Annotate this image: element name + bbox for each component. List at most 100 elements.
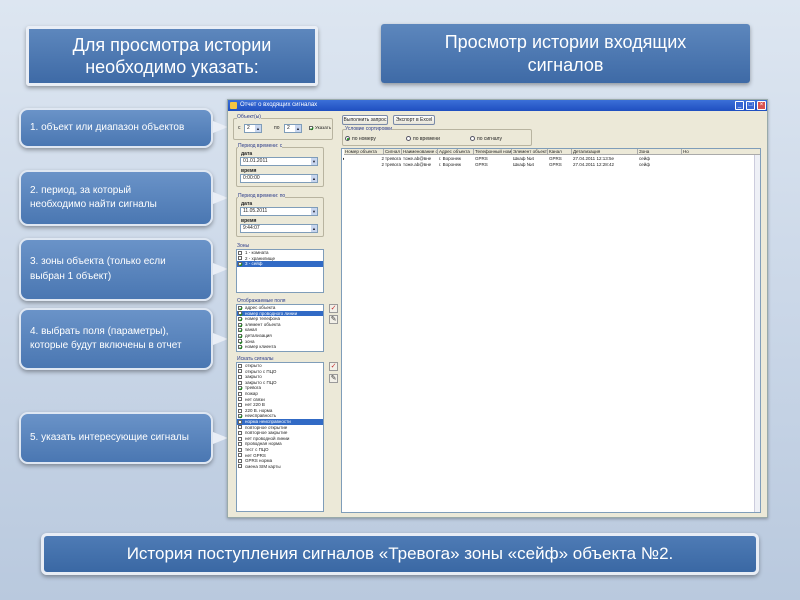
- grid-column-header[interactable]: Телефонный номер: [474, 149, 512, 155]
- checkbox[interactable]: [238, 305, 242, 310]
- callout-fields: 4. выбрать поля (параметры), которые буд…: [19, 308, 213, 370]
- callout-text: 5. указать интересующие сигналы: [30, 431, 189, 443]
- check-all-signals-icon[interactable]: ✓: [329, 362, 338, 371]
- checkbox[interactable]: [238, 363, 242, 368]
- minimize-button[interactable]: _: [735, 101, 744, 110]
- grid-column-header[interactable]: Но: [682, 149, 760, 155]
- checkbox[interactable]: [238, 333, 242, 338]
- table-cell[interactable]: 27.04.2011 12:13:5е: [572, 156, 638, 162]
- check-all-fields-icon[interactable]: ✓: [329, 304, 338, 313]
- grid-column-header[interactable]: Канал: [548, 149, 572, 155]
- grid-column-header[interactable]: Номер объекта: [344, 149, 384, 155]
- table-cell[interactable]: сейф: [638, 156, 682, 162]
- zones-list[interactable]: 1 - комната 2 - хранилище 3 - сейф: [236, 249, 324, 293]
- checkbox[interactable]: [238, 380, 242, 385]
- dropdown-arrow-icon[interactable]: ▼: [311, 158, 317, 165]
- export-excel-button[interactable]: Экспорт в Excel: [393, 115, 435, 125]
- table-cell[interactable]: GPRS: [474, 156, 512, 162]
- zone-item[interactable]: 3 - сейф: [237, 261, 323, 267]
- checkbox[interactable]: [238, 374, 242, 379]
- date-to-picker[interactable]: 11.05.2011 ▼: [240, 207, 318, 216]
- grid-column-header[interactable]: Наименование объекта: [402, 149, 438, 155]
- table-cell[interactable]: сейф: [638, 162, 682, 168]
- table-cell[interactable]: 2: [344, 162, 384, 168]
- show-checkbox[interactable]: Указать: [308, 125, 333, 131]
- checkbox[interactable]: [238, 369, 242, 374]
- table-cell[interactable]: тоже.ab@вне: [402, 162, 438, 168]
- grid-column-header[interactable]: Элемент объекта: [512, 149, 548, 155]
- checkbox[interactable]: [238, 419, 242, 424]
- spin-icon[interactable]: ▲: [311, 175, 317, 182]
- grid-column-header[interactable]: Адрес объекта: [438, 149, 474, 155]
- table-cell[interactable]: Шкаф №4: [512, 156, 548, 162]
- checkbox[interactable]: [238, 261, 242, 266]
- spin-icon[interactable]: ▲: [311, 225, 317, 232]
- time-to-input[interactable]: 9:44:07 ▲: [240, 224, 318, 233]
- table-cell[interactable]: GPRS: [548, 162, 572, 168]
- maximize-button[interactable]: □: [746, 101, 755, 110]
- results-grid[interactable]: Номер объектаСигналНаименование объектаА…: [341, 148, 761, 513]
- checkbox[interactable]: [238, 464, 242, 469]
- table-cell[interactable]: тревога: [384, 156, 402, 162]
- table-cell[interactable]: г. Воронеж: [438, 162, 474, 168]
- checkbox[interactable]: [238, 414, 242, 419]
- checkbox[interactable]: [238, 344, 242, 349]
- signal-item-label: нет GPRS: [245, 452, 266, 458]
- checkbox[interactable]: [238, 425, 242, 430]
- checkbox[interactable]: [238, 408, 242, 413]
- signal-item-label: повторное открытие: [245, 424, 288, 430]
- checkbox[interactable]: [238, 436, 242, 441]
- checkbox[interactable]: [238, 311, 242, 316]
- signal-item-label: пожар: [245, 390, 258, 396]
- fields-list[interactable]: адрес объекта номер проводного линии номер…: [236, 304, 324, 352]
- table-cell[interactable]: Шкаф №4: [512, 162, 548, 168]
- table-cell[interactable]: тревога: [384, 162, 402, 168]
- table-cell[interactable]: GPRS: [548, 156, 572, 162]
- table-cell[interactable]: 2: [344, 156, 384, 162]
- checkbox[interactable]: [238, 397, 242, 402]
- edit-signals-icon[interactable]: ✎: [329, 374, 338, 383]
- checkbox[interactable]: [238, 391, 242, 396]
- checkbox[interactable]: [238, 402, 242, 407]
- dropdown-arrow-icon[interactable]: ▼: [311, 208, 317, 215]
- checkbox[interactable]: [238, 322, 242, 327]
- grid-column-header[interactable]: Зона: [638, 149, 682, 155]
- date-from-picker[interactable]: 01.01.2011 ▼: [240, 157, 318, 166]
- time-from-input[interactable]: 0:00:00 ▲: [240, 174, 318, 183]
- checkbox[interactable]: [238, 430, 242, 435]
- sort-by-time-radio[interactable]: [406, 136, 411, 141]
- sort-by-number-radio[interactable]: [345, 136, 350, 141]
- table-cell[interactable]: 27.04.2011 12:28:42: [572, 162, 638, 168]
- checkbox[interactable]: [238, 339, 242, 344]
- checkbox[interactable]: [238, 453, 242, 458]
- checkbox[interactable]: [238, 316, 242, 321]
- table-cell[interactable]: GPRS: [474, 162, 512, 168]
- grid-column-header[interactable]: Сигнал: [384, 149, 402, 155]
- signal-item[interactable]: смена SIM карты: [237, 464, 323, 470]
- grid-scrollbar[interactable]: [754, 155, 760, 512]
- signals-list[interactable]: открыто открыто с ПЦО закрыто закрыто с ПЦО…: [236, 362, 324, 512]
- to-object-input[interactable]: 2 ▲: [284, 124, 302, 133]
- checkbox[interactable]: [238, 386, 242, 391]
- sort-by-signal-radio[interactable]: [470, 136, 475, 141]
- checkbox[interactable]: [238, 442, 242, 447]
- checkbox[interactable]: [238, 328, 242, 333]
- window-title: Отчет о входящих сигналах: [240, 102, 318, 108]
- from-object-input[interactable]: 2 ▲: [244, 124, 262, 133]
- close-button[interactable]: ×: [757, 101, 766, 110]
- run-query-button[interactable]: Выполнить запрос: [342, 115, 388, 125]
- field-item-label: номер клиента: [245, 344, 276, 350]
- table-cell[interactable]: г. Воронеж: [438, 156, 474, 162]
- checkbox[interactable]: [238, 250, 242, 255]
- field-item[interactable]: номер клиента: [237, 344, 323, 350]
- window-titlebar[interactable]: Отчет о входящих сигналах _ □ ×: [228, 100, 767, 111]
- screen-title-text: Просмотр истории входящих сигналов: [444, 32, 687, 75]
- checkbox[interactable]: [238, 447, 242, 452]
- spin-icon[interactable]: ▲: [255, 125, 261, 132]
- edit-fields-icon[interactable]: ✎: [329, 315, 338, 324]
- spin-icon[interactable]: ▲: [295, 125, 301, 132]
- checkbox[interactable]: [238, 256, 242, 261]
- grid-column-header[interactable]: Детализация: [572, 149, 638, 155]
- table-cell[interactable]: тоже.ab@вне: [402, 156, 438, 162]
- checkbox[interactable]: [238, 458, 242, 463]
